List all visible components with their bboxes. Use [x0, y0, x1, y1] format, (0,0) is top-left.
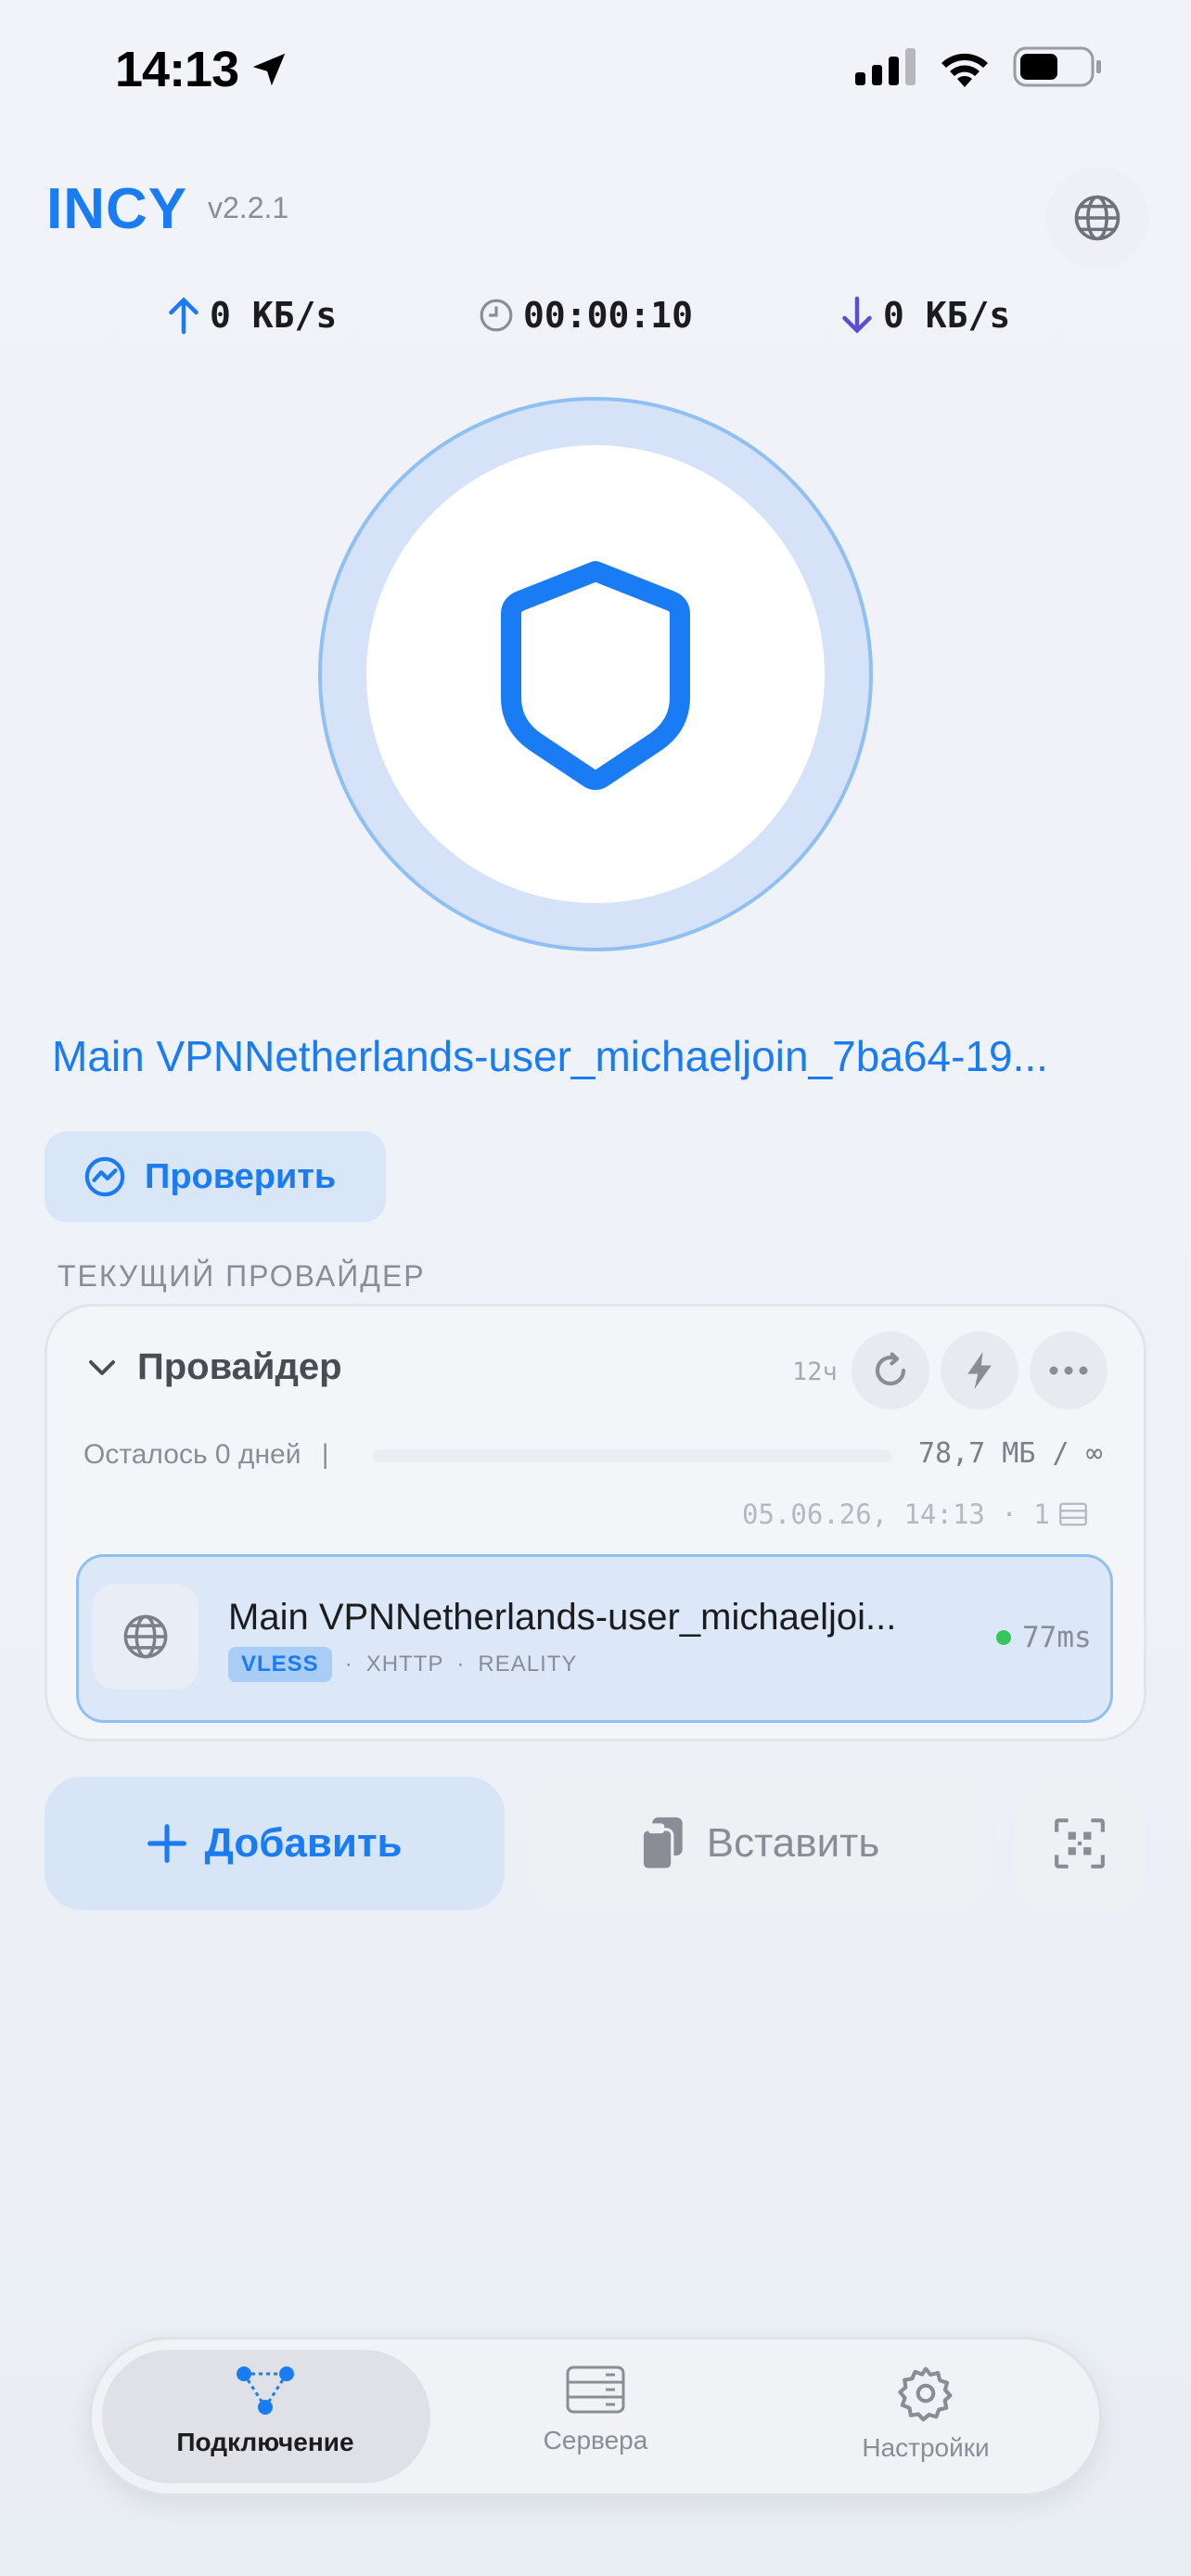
timer-value: 00:00:10: [523, 295, 694, 336]
refresh-button[interactable]: [852, 1332, 929, 1409]
ping-test-button[interactable]: [941, 1332, 1018, 1409]
security-tag: REALITY: [478, 1651, 578, 1677]
paste-button[interactable]: Вставить: [527, 1777, 991, 1910]
days-remaining: Осталось 0 дней |: [83, 1439, 329, 1471]
server-ping: 77ms: [996, 1621, 1092, 1654]
server-tags: VLESS · XHTTP · REALITY: [228, 1647, 577, 1682]
tab-servers[interactable]: Сервера: [456, 2365, 735, 2455]
check-label: Проверить: [145, 1156, 337, 1196]
server-stack-icon: [1058, 1502, 1087, 1526]
traffic-progress-bar: [373, 1449, 892, 1462]
add-button[interactable]: Добавить: [45, 1777, 505, 1910]
upload-speed: 0 КБ/s: [167, 295, 337, 336]
qr-scan-button[interactable]: [1015, 1777, 1145, 1910]
arrow-down-icon: [842, 296, 872, 334]
tab-servers-label: Сервера: [543, 2426, 648, 2455]
selected-server-name[interactable]: Main VPNNetherlands-user_michaeljoin_7ba…: [52, 1031, 1146, 1081]
shield-icon: [501, 561, 690, 790]
tag-separator: ·: [344, 1651, 353, 1677]
battery-icon: [1013, 46, 1101, 87]
check-button[interactable]: Проверить: [45, 1131, 386, 1222]
transport-tag: XHTTP: [365, 1651, 444, 1677]
app-version: v2.2.1: [208, 191, 289, 224]
clock-icon: [480, 299, 513, 332]
plus-icon: [147, 1824, 187, 1863]
more-button[interactable]: [1030, 1332, 1108, 1409]
globe-icon: [1074, 195, 1121, 241]
chevron-down-icon: [89, 1359, 115, 1375]
location-arrow-icon: [252, 53, 286, 86]
tab-settings-label: Настройки: [862, 2433, 990, 2462]
language-button[interactable]: [1046, 167, 1148, 269]
cellular-signal-icon: [855, 48, 916, 85]
tag-separator: ·: [456, 1651, 466, 1677]
remaining-label: Осталось 0 дней: [83, 1439, 301, 1470]
refresh-icon: [875, 1352, 906, 1386]
traffic-usage: 78,7 МБ / ∞: [918, 1437, 1103, 1470]
add-label: Добавить: [204, 1820, 403, 1866]
qr-scan-icon: [1055, 1818, 1105, 1868]
download-speed: 0 КБ/s: [840, 295, 1010, 336]
session-timer: 00:00:10: [479, 295, 693, 336]
servers-icon: [566, 2366, 625, 2414]
provider-toggle[interactable]: Провайдер: [85, 1346, 342, 1388]
last-updated: 05.06.26, 14:13 · 1: [742, 1498, 1087, 1530]
globe-icon: [123, 1614, 168, 1659]
lightning-icon: [967, 1351, 992, 1390]
ping-status-dot: [996, 1630, 1011, 1645]
upload-value: 0 КБ/s: [210, 295, 338, 336]
speed-check-icon: [84, 1156, 125, 1197]
remaining-separator: |: [321, 1439, 329, 1470]
arrow-up-icon: [169, 297, 198, 335]
ping-value: 77ms: [1022, 1621, 1092, 1654]
update-interval: 12ч: [792, 1358, 838, 1386]
updated-text: 05.06.26, 14:13 · 1: [742, 1498, 1050, 1530]
connect-button[interactable]: [366, 445, 825, 903]
provider-title: Провайдер: [137, 1346, 342, 1387]
section-title: ТЕКУЩИЙ ПРОВАЙДЕР: [58, 1259, 426, 1293]
server-row[interactable]: [76, 1554, 1113, 1723]
protocol-badge: VLESS: [228, 1647, 332, 1682]
wifi-icon: [941, 53, 988, 87]
time-label: 14:13: [115, 42, 239, 97]
network-nodes-icon: [237, 2366, 294, 2415]
server-icon-tile: [93, 1584, 198, 1690]
more-icon: [1049, 1366, 1088, 1375]
status-bar-indicators: [855, 46, 1102, 87]
tab-connection-label: Подключение: [176, 2428, 354, 2456]
clipboard-icon: [640, 1817, 683, 1871]
gear-icon: [898, 2366, 953, 2422]
tab-settings[interactable]: Настройки: [787, 2365, 1065, 2463]
paste-label: Вставить: [706, 1820, 880, 1866]
status-bar-time: 14:13: [115, 41, 290, 98]
app-brand: INCY: [46, 177, 188, 241]
server-row-name: Main VPNNetherlands-user_michaeljoi...: [228, 1597, 897, 1638]
download-value: 0 КБ/s: [883, 295, 1011, 336]
tab-connection[interactable]: Подключение: [126, 2365, 404, 2457]
